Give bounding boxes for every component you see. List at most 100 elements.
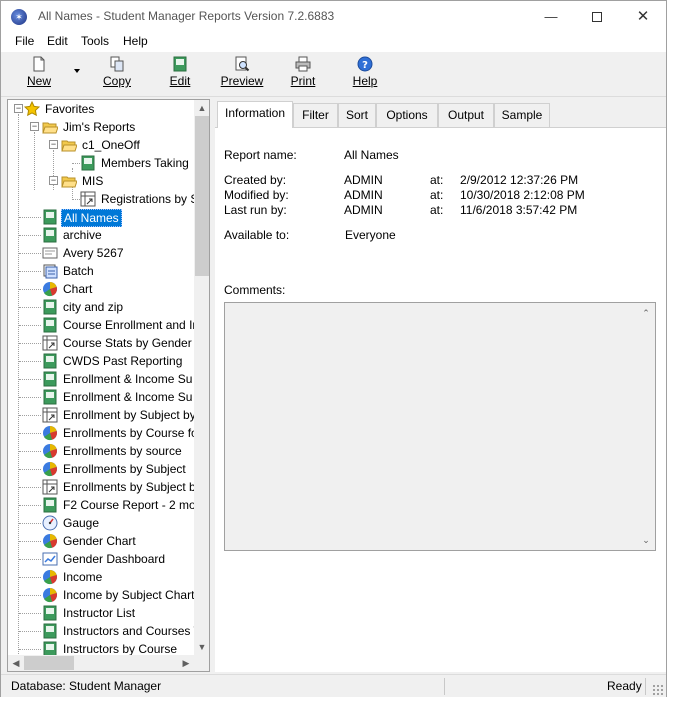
report-icon bbox=[81, 155, 95, 171]
gauge-icon bbox=[42, 515, 58, 531]
jims-reports-collapse-toggle[interactable]: − bbox=[30, 122, 39, 131]
tree-horizontal-scroll-thumb[interactable] bbox=[24, 656, 74, 670]
new-dropdown-arrow-icon[interactable] bbox=[74, 69, 80, 73]
print-button[interactable]: Print bbox=[289, 56, 317, 94]
preview-button[interactable]: Preview bbox=[220, 56, 264, 94]
scroll-right-arrow-icon[interactable]: ▶ bbox=[178, 655, 194, 671]
edit-icon bbox=[173, 56, 187, 72]
menu-file[interactable]: File bbox=[15, 34, 34, 48]
tab-filter[interactable]: Filter bbox=[293, 103, 338, 127]
report-name-label: Report name: bbox=[224, 148, 297, 162]
tree-line bbox=[19, 541, 41, 542]
tree-line bbox=[19, 307, 41, 308]
tree-line bbox=[19, 451, 41, 452]
tree-line bbox=[19, 649, 41, 650]
last-run-at-value: 11/6/2018 3:57:42 PM bbox=[460, 203, 578, 217]
available-to-label: Available to: bbox=[224, 228, 290, 242]
tree-node-label: Batch bbox=[63, 264, 94, 278]
tab-information[interactable]: Information bbox=[217, 101, 293, 128]
pie-chart-icon bbox=[43, 426, 57, 441]
created-at-label: at: bbox=[430, 173, 444, 187]
dashboard-icon bbox=[42, 552, 58, 566]
copy-button-label: Copy bbox=[102, 74, 131, 88]
open-folder-icon bbox=[42, 122, 58, 134]
tree-line bbox=[19, 235, 41, 236]
printer-icon bbox=[295, 56, 311, 72]
resize-grip-icon[interactable] bbox=[652, 684, 664, 696]
window-title: All Names - Student Manager Reports Vers… bbox=[38, 9, 335, 23]
help-button[interactable]: ? Help bbox=[351, 56, 379, 94]
tree-horizontal-scrollbar[interactable]: ◀ ▶ bbox=[8, 655, 194, 671]
c1-oneoff-collapse-toggle[interactable]: − bbox=[49, 140, 58, 149]
crosstab-icon bbox=[42, 335, 58, 351]
modified-at-label: at: bbox=[430, 188, 444, 202]
status-divider bbox=[645, 678, 646, 695]
report-icon bbox=[43, 299, 57, 315]
app-logo-icon: ✶ bbox=[11, 9, 27, 25]
menu-tools[interactable]: Tools bbox=[81, 34, 109, 48]
tree-line bbox=[72, 163, 80, 164]
report-tree[interactable]: − Favorites − Jim's Reports − c1_OneOff … bbox=[7, 99, 210, 672]
tree-node-label: MIS bbox=[82, 174, 104, 188]
tree-line bbox=[19, 433, 41, 434]
tab-sample[interactable]: Sample bbox=[494, 103, 550, 127]
modified-at-value: 10/30/2018 2:12:08 PM bbox=[460, 188, 585, 202]
tree-node-label: city and zip bbox=[63, 300, 124, 314]
tree-line bbox=[72, 168, 73, 172]
tree-node-label: Income bbox=[63, 570, 103, 584]
tree-line bbox=[19, 343, 41, 344]
preview-button-label: Preview bbox=[220, 74, 264, 88]
tree-line bbox=[19, 289, 41, 290]
tree-node-label: Instructors and Courses T bbox=[63, 624, 201, 638]
tree-node-label: Course Stats by Gender bbox=[63, 336, 192, 350]
tree-line bbox=[19, 577, 41, 578]
tab-output[interactable]: Output bbox=[438, 103, 494, 127]
new-button[interactable]: New bbox=[23, 56, 55, 94]
status-database: Database: Student Manager bbox=[11, 679, 162, 693]
modified-by-value: ADMIN bbox=[344, 188, 383, 202]
tree-node-label: Enrollment & Income Su bbox=[63, 390, 193, 404]
minimize-button[interactable]: — bbox=[528, 1, 574, 32]
menu-help[interactable]: Help bbox=[123, 34, 148, 48]
tree-line bbox=[34, 132, 35, 190]
mis-collapse-toggle[interactable]: − bbox=[49, 176, 58, 185]
maximize-button[interactable] bbox=[574, 1, 620, 32]
last-run-by-value: ADMIN bbox=[344, 203, 383, 217]
scroll-left-arrow-icon[interactable]: ◀ bbox=[8, 655, 24, 671]
copy-button[interactable]: Copy bbox=[99, 56, 135, 94]
menu-edit[interactable]: Edit bbox=[47, 34, 68, 48]
tree-vertical-scrollbar[interactable]: ▲ ▼ bbox=[194, 100, 209, 655]
copy-icon bbox=[110, 56, 124, 72]
tree-vertical-scroll-thumb[interactable] bbox=[195, 116, 209, 276]
tree-line bbox=[19, 271, 41, 272]
new-button-label: New bbox=[26, 74, 51, 88]
pie-chart-icon bbox=[43, 534, 57, 549]
tab-sort[interactable]: Sort bbox=[338, 103, 376, 127]
tree-line bbox=[19, 631, 41, 632]
scroll-up-arrow-icon[interactable]: ▲ bbox=[194, 100, 209, 116]
comments-textarea[interactable]: ⌃ ⌄ bbox=[224, 302, 656, 551]
comments-scroll-up-icon[interactable]: ⌃ bbox=[638, 305, 654, 321]
menu-bar: File Edit Tools Help bbox=[1, 32, 666, 52]
tab-options[interactable]: Options bbox=[376, 103, 438, 127]
report-icon bbox=[43, 389, 57, 405]
pie-chart-icon bbox=[43, 462, 57, 477]
help-button-label: Help bbox=[352, 74, 378, 88]
tree-node-label: archive bbox=[63, 228, 102, 242]
scroll-down-arrow-icon[interactable]: ▼ bbox=[194, 639, 209, 655]
tree-node-label: Income by Subject Chart bbox=[63, 588, 195, 602]
tree-node-label: Enrollment by Subject by bbox=[63, 408, 196, 422]
pie-chart-icon bbox=[43, 588, 57, 603]
tree-node-label: Members Taking bbox=[101, 156, 189, 170]
comments-scroll-down-icon[interactable]: ⌄ bbox=[638, 532, 654, 548]
tree-line bbox=[19, 217, 41, 218]
report-icon bbox=[43, 623, 57, 639]
tree-line bbox=[19, 253, 41, 254]
favorites-collapse-toggle[interactable]: − bbox=[14, 104, 23, 113]
help-question-icon: ? bbox=[357, 56, 373, 72]
report-icon bbox=[43, 353, 57, 369]
close-button[interactable]: ✕ bbox=[620, 1, 666, 32]
edit-button[interactable]: Edit bbox=[165, 56, 195, 94]
tree-line bbox=[19, 613, 41, 614]
tree-line bbox=[19, 415, 41, 416]
